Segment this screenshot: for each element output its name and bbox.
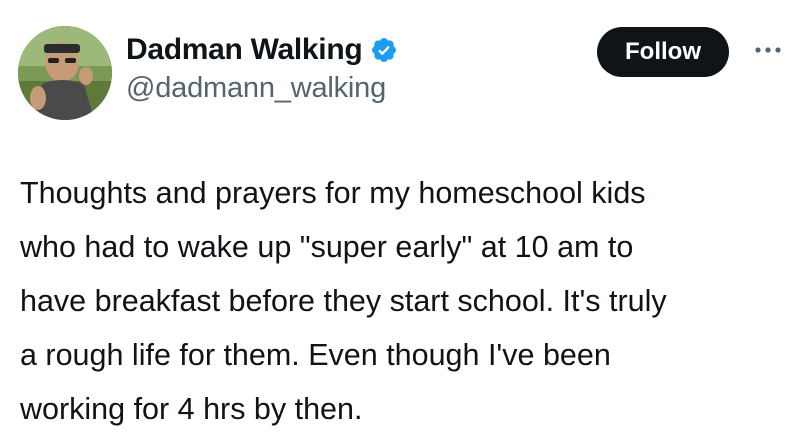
tweet-text-line: working for 4 hrs by then. [20, 392, 363, 426]
tweet-text-line: a rough life for them. Even though I've … [20, 338, 611, 372]
more-options-icon[interactable] [748, 38, 788, 62]
profile-photo-icon [18, 26, 112, 120]
tweet-text-line: Thoughts and prayers for my homeschool k… [20, 176, 646, 210]
follow-button[interactable]: Follow [597, 27, 729, 77]
tweet-text-line: have breakfast before they start school.… [20, 284, 667, 318]
verified-badge-icon[interactable] [370, 36, 398, 64]
avatar[interactable] [18, 26, 112, 120]
user-handle[interactable]: @dadmann_walking [126, 72, 386, 105]
display-name-row[interactable]: Dadman Walking [126, 30, 398, 70]
tweet-text-line: who had to wake up "super early" at 10 a… [20, 230, 634, 264]
display-name[interactable]: Dadman Walking [126, 33, 363, 67]
tweet-text: Thoughts and prayers for my homeschool k… [20, 166, 790, 436]
